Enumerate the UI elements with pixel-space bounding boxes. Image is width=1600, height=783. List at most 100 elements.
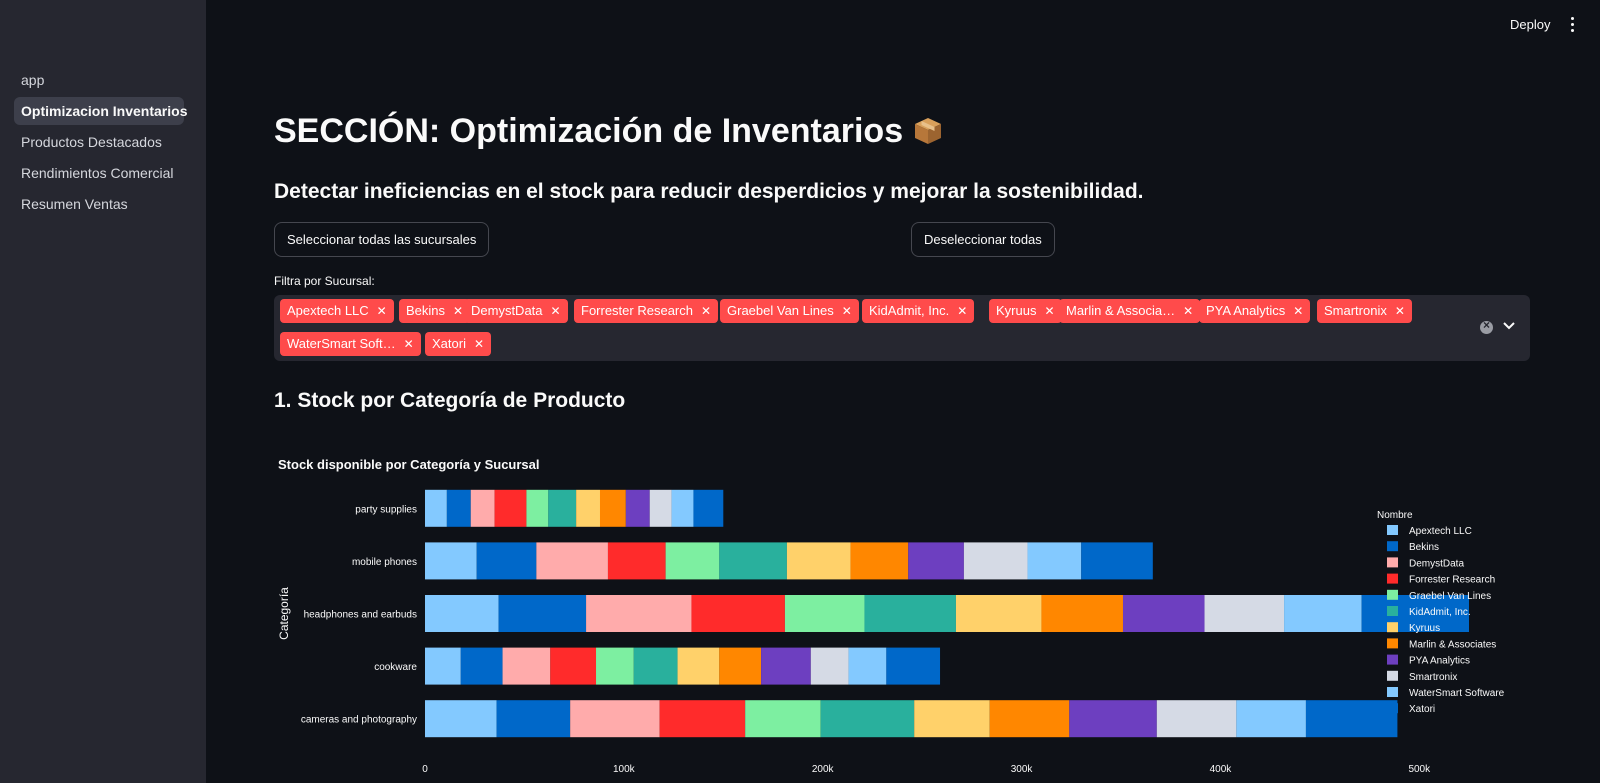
- bar-segment: [691, 595, 785, 632]
- bar-segment: [1122, 595, 1205, 632]
- filter-tag-label: Smartronix: [1324, 303, 1387, 318]
- clear-icon[interactable]: [1480, 318, 1493, 334]
- legend-swatch: [1387, 638, 1398, 649]
- filter-tag[interactable]: Xatori ✕: [425, 332, 492, 356]
- bar-segment: [599, 489, 626, 527]
- sidebar-item-productos-destacados[interactable]: Productos Destacados: [14, 128, 184, 156]
- bar-segment: [677, 647, 720, 685]
- y-tick-label: cameras and photography: [301, 715, 417, 726]
- deploy-button[interactable]: Deploy: [1510, 17, 1550, 32]
- filter-tag[interactable]: DemystData ✕: [464, 299, 568, 323]
- bar-segment: [745, 700, 821, 738]
- page-subtitle: Detectar ineficiencias en el stock para …: [274, 180, 1144, 203]
- bar-segment: [649, 489, 672, 527]
- bar-segment: [576, 489, 600, 527]
- remove-tag-icon[interactable]: ✕: [404, 337, 414, 351]
- legend-title: Nombre: [1377, 510, 1413, 521]
- bar-segment: [586, 595, 692, 632]
- remove-tag-icon[interactable]: ✕: [1044, 304, 1054, 318]
- bar-segment: [850, 542, 909, 580]
- filter-tag[interactable]: KidAdmit, Inc. ✕: [862, 299, 975, 323]
- remove-tag-icon[interactable]: ✕: [1183, 304, 1193, 318]
- legend-swatch: [1387, 589, 1398, 600]
- legend-item: Marlin & Associates: [1409, 639, 1496, 650]
- bar-segment: [446, 489, 471, 527]
- y-tick-label: party supplies: [355, 504, 417, 515]
- bar-segment: [476, 542, 537, 580]
- bar-segment: [908, 542, 964, 580]
- legend-item: KidAdmit, Inc.: [1409, 607, 1471, 618]
- sidebar-item-optimizacion-inventarios[interactable]: Optimizacion Inventarios: [14, 97, 187, 125]
- filter-tag[interactable]: Apextech LLC ✕: [280, 299, 394, 323]
- select-all-branches-button[interactable]: Seleccionar todas las sucursales: [274, 222, 490, 257]
- legend-item: Forrester Research: [1409, 575, 1495, 586]
- legend-swatch: [1387, 541, 1398, 552]
- package-box-icon: [915, 118, 942, 144]
- x-tick-label: 400k: [1210, 764, 1233, 775]
- branch-multiselect[interactable]: Apextech LLC ✕ Bekins ✕ DemystData ✕ Forrester…: [274, 295, 1530, 361]
- x-tick-label: 0: [422, 764, 428, 775]
- sidebar-item-resumen-ventas[interactable]: Resumen Ventas: [14, 190, 184, 218]
- filter-tag[interactable]: WaterSmart Soft… ✕: [280, 332, 421, 356]
- remove-tag-icon[interactable]: ✕: [453, 304, 463, 318]
- bar-segment: [460, 647, 503, 685]
- filter-tag[interactable]: Marlin & Associa… ✕: [1059, 299, 1201, 323]
- remove-tag-icon[interactable]: ✕: [701, 304, 711, 318]
- remove-tag-icon[interactable]: ✕: [957, 304, 967, 318]
- bar-segment: [548, 489, 577, 527]
- chevron-down-icon[interactable]: [1502, 319, 1516, 333]
- filter-tag-label: KidAdmit, Inc.: [869, 303, 950, 318]
- legend-swatch: [1387, 525, 1398, 535]
- bar-segment: [502, 647, 551, 685]
- filter-tag[interactable]: Bekins ✕: [399, 299, 471, 323]
- remove-tag-icon[interactable]: ✕: [377, 304, 387, 318]
- filter-tag-label: WaterSmart Soft…: [287, 336, 396, 351]
- bar-segment: [848, 647, 887, 685]
- filter-tag[interactable]: Smartronix ✕: [1317, 299, 1412, 323]
- sidebar-item-rendimientos-comercial[interactable]: Rendimientos Comercial: [14, 159, 184, 187]
- filter-label: Filtra por Sucursal:: [274, 274, 375, 288]
- bar-segment: [886, 647, 941, 685]
- sidebar-item-app[interactable]: app: [14, 66, 184, 94]
- bar-segment: [596, 647, 634, 685]
- filter-tag-label: Kyruus: [996, 303, 1037, 318]
- bar-segment: [810, 647, 849, 685]
- deselect-all-button[interactable]: Deseleccionar todas: [911, 222, 1055, 257]
- filter-tag[interactable]: PYA Analytics ✕: [1199, 299, 1311, 323]
- legend-item: Graebel Van Lines: [1409, 591, 1491, 602]
- bar-segment: [1204, 595, 1285, 632]
- filter-tag[interactable]: Graebel Van Lines ✕: [720, 299, 859, 323]
- bar-segment: [425, 489, 447, 527]
- x-tick-label: 300k: [1011, 764, 1034, 775]
- bar-segment: [914, 700, 990, 738]
- remove-tag-icon[interactable]: ✕: [1395, 304, 1405, 318]
- remove-tag-icon[interactable]: ✕: [1293, 304, 1303, 318]
- legend-item: Smartronix: [1409, 672, 1457, 683]
- filter-tag[interactable]: Forrester Research ✕: [574, 299, 719, 323]
- legend-swatch: [1387, 670, 1398, 681]
- filter-tag-label: Forrester Research: [581, 303, 693, 318]
- sidebar: app Optimizacion Inventarios Productos D…: [0, 0, 206, 783]
- y-tick-label: cookware: [374, 662, 417, 673]
- filter-tag[interactable]: Kyruus ✕: [989, 299, 1062, 323]
- bar-segment: [786, 542, 851, 580]
- remove-tag-icon[interactable]: ✕: [474, 337, 484, 351]
- bar-segment: [425, 595, 499, 632]
- bar-segment: [498, 595, 587, 632]
- remove-tag-icon[interactable]: ✕: [842, 304, 852, 318]
- bar-segment: [496, 700, 571, 738]
- legend-swatch: [1387, 622, 1398, 633]
- bar-segment: [633, 647, 678, 685]
- legend-item: Bekins: [1409, 542, 1439, 553]
- filter-tag-label: Graebel Van Lines: [727, 303, 834, 318]
- kebab-menu-icon[interactable]: [1566, 14, 1578, 36]
- bar-segment: [864, 595, 956, 632]
- legend-item: Apextech LLC: [1409, 526, 1472, 537]
- legend-item: PYA Analytics: [1409, 656, 1470, 667]
- bar-segment: [1305, 700, 1398, 738]
- bar-segment: [1236, 700, 1306, 738]
- bar-segment: [989, 700, 1070, 738]
- remove-tag-icon[interactable]: ✕: [551, 304, 561, 318]
- bar-segment: [1069, 700, 1157, 738]
- bar-segment: [494, 489, 527, 527]
